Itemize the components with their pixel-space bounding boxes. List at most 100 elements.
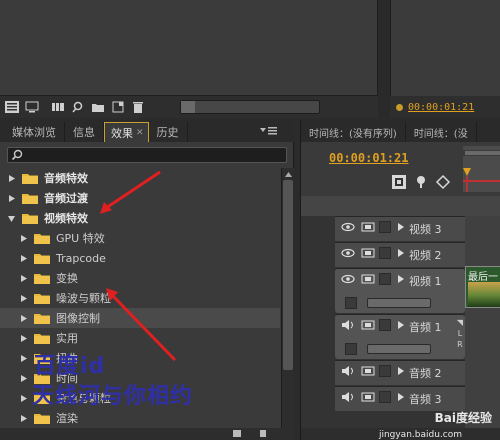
new-item-icon[interactable] — [110, 100, 126, 114]
display-style-toggle[interactable] — [345, 297, 357, 309]
tab-timeline-1[interactable]: 时间线：(没有序列) — [301, 122, 406, 142]
collapsed-arrow-icon[interactable] — [18, 273, 28, 283]
collapse-arrow-icon[interactable] — [397, 320, 405, 330]
tab-history[interactable]: 历史 — [149, 122, 188, 142]
audio-track-header[interactable]: 音频 1 ◥ L R — [335, 314, 465, 359]
snap-icon[interactable] — [391, 174, 407, 190]
effects-tree-item[interactable]: 视频特效 — [0, 208, 280, 228]
lock-toggle[interactable] — [379, 247, 391, 259]
collapsed-arrow-icon[interactable] — [18, 353, 28, 363]
collapsed-arrow-icon[interactable] — [18, 333, 28, 343]
tab-timeline-2[interactable]: 时间线：(没 — [406, 122, 477, 142]
keyframe-slider[interactable] — [367, 344, 431, 354]
audio-track-header[interactable]: 音频 3 — [335, 386, 465, 411]
effects-tree-item[interactable]: GPU 特效 — [0, 228, 280, 248]
keyframe-icon[interactable] — [435, 174, 451, 190]
effects-tree-item[interactable]: 音频过渡 — [0, 188, 280, 208]
sync-lock-icon[interactable] — [361, 273, 375, 285]
new-bin-icon[interactable] — [90, 100, 106, 114]
eye-icon[interactable] — [341, 247, 355, 259]
track-name: 音频 3 — [409, 393, 442, 406]
lock-toggle[interactable] — [379, 273, 391, 285]
icon-view-icon[interactable] — [24, 100, 40, 114]
program-timecode[interactable]: 00:00:01:21 — [408, 102, 474, 113]
collapsed-arrow-icon[interactable] — [6, 193, 16, 203]
expanded-arrow-icon[interactable] — [6, 213, 16, 223]
project-scrollbar[interactable] — [180, 100, 320, 114]
tab-effects[interactable]: 效果 ✕ — [104, 122, 149, 142]
track-name: 视频 3 — [409, 223, 442, 236]
timeline-timecode[interactable]: 00:00:01:21 — [329, 151, 408, 165]
delete-icon[interactable] — [258, 428, 268, 438]
effects-search-input[interactable] — [7, 147, 287, 163]
automate-sequence-icon[interactable] — [50, 100, 66, 114]
eye-icon[interactable] — [341, 273, 355, 285]
collapse-arrow-icon[interactable] — [397, 248, 405, 258]
effects-scrollbar[interactable] — [281, 168, 294, 428]
folder-icon — [22, 192, 38, 204]
list-view-icon[interactable] — [4, 100, 20, 114]
playhead-icon[interactable] — [463, 168, 471, 176]
scroll-up-icon[interactable] — [284, 170, 293, 179]
collapse-arrow-icon[interactable] — [397, 222, 405, 232]
collapsed-arrow-icon[interactable] — [18, 393, 28, 403]
effects-tree-item[interactable]: 噪波与颗粒 — [0, 288, 280, 308]
effects-tree-item[interactable]: 实用 — [0, 328, 280, 348]
track-name: 音频 1 — [409, 321, 442, 334]
collapsed-arrow-icon[interactable] — [18, 413, 28, 423]
playhead-dot-icon — [396, 103, 403, 111]
collapsed-arrow-icon[interactable] — [18, 373, 28, 383]
sync-lock-icon[interactable] — [361, 365, 375, 377]
collapsed-arrow-icon[interactable] — [6, 173, 16, 183]
sync-lock-icon[interactable] — [361, 319, 375, 331]
panel-menu-icon[interactable] — [259, 124, 279, 138]
clip-area[interactable] — [465, 216, 500, 440]
collapsed-arrow-icon[interactable] — [18, 313, 28, 323]
video-track-header[interactable]: 视频 2 — [335, 242, 465, 267]
lock-toggle[interactable] — [379, 391, 391, 403]
speaker-icon[interactable] — [341, 365, 355, 377]
find-icon[interactable] — [70, 100, 86, 114]
lock-toggle[interactable] — [379, 365, 391, 377]
lock-toggle[interactable] — [379, 221, 391, 233]
folder-icon — [22, 212, 38, 224]
sync-lock-icon[interactable] — [361, 247, 375, 259]
collapse-arrow-icon[interactable] — [397, 366, 405, 376]
keyframe-slider[interactable] — [367, 298, 431, 308]
effects-tree-item[interactable]: 音频特效 — [0, 168, 280, 188]
folder-icon — [34, 252, 50, 264]
marker-icon[interactable] — [413, 174, 429, 190]
display-style-toggle[interactable] — [345, 343, 357, 355]
speaker-icon[interactable] — [341, 319, 355, 331]
scrollbar-thumb[interactable] — [283, 180, 293, 370]
speaker-icon[interactable] — [341, 391, 355, 403]
delete-icon[interactable] — [130, 100, 146, 114]
effects-tree-item[interactable]: 变换 — [0, 268, 280, 288]
collapsed-arrow-icon[interactable] — [18, 253, 28, 263]
track-name: 视频 1 — [409, 275, 442, 288]
panel-divider[interactable] — [378, 0, 390, 120]
watermark-subtext: jingyan.baidu.com — [378, 430, 462, 440]
video-clip[interactable]: 最后一 — [465, 266, 500, 308]
close-icon[interactable]: ✕ — [136, 128, 144, 138]
eye-icon[interactable] — [341, 221, 355, 233]
collapsed-arrow-icon[interactable] — [18, 293, 28, 303]
tab-media-browser[interactable]: 媒体浏览 — [4, 122, 65, 142]
lock-toggle[interactable] — [379, 319, 391, 331]
collapsed-arrow-icon[interactable] — [18, 233, 28, 243]
collapse-arrow-icon[interactable] — [397, 392, 405, 402]
effects-tree-item[interactable]: 渲染 — [0, 408, 280, 428]
sync-lock-icon[interactable] — [361, 221, 375, 233]
tab-info[interactable]: 信息 — [65, 122, 104, 142]
collapse-arrow-icon[interactable] — [397, 274, 405, 284]
effects-tree-item[interactable]: 图像控制 — [0, 308, 280, 328]
folder-icon — [34, 232, 50, 244]
audio-track-header[interactable]: 音频 2 — [335, 360, 465, 385]
video-track-header[interactable]: 视频 1 — [335, 268, 465, 313]
new-bin-icon[interactable] — [232, 428, 242, 438]
scrollbar-thumb[interactable] — [181, 101, 195, 113]
time-ruler[interactable] — [463, 146, 500, 192]
sync-lock-icon[interactable] — [361, 391, 375, 403]
video-track-header[interactable]: 视频 3 — [335, 216, 465, 241]
effects-tree-item[interactable]: Trapcode — [0, 248, 280, 268]
